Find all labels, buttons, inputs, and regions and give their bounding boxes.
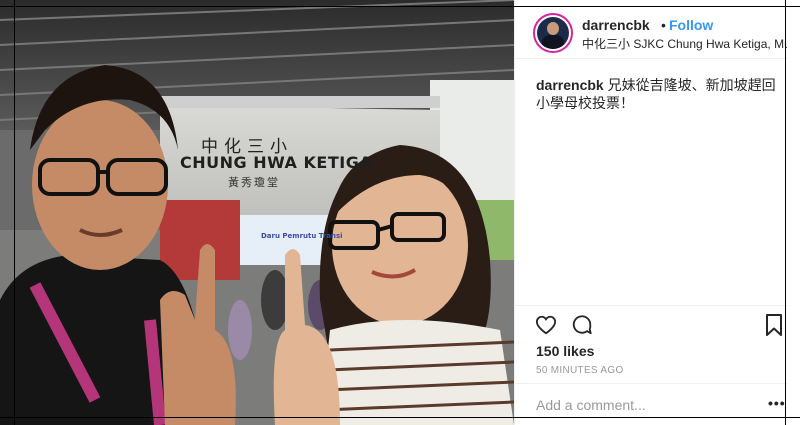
follow-button[interactable]: Follow bbox=[669, 17, 713, 33]
post-caption: darrencbk 兄妹從吉隆坡、新加坡趕回小學母校投票！ bbox=[536, 76, 776, 112]
comment-divider bbox=[515, 383, 787, 384]
frame-line-right bbox=[785, 0, 786, 425]
avatar-body bbox=[542, 35, 564, 49]
heart-icon[interactable] bbox=[535, 314, 557, 336]
avatar-image bbox=[537, 17, 569, 49]
banner-text: Daru Pemrutu Transi bbox=[261, 232, 343, 240]
sign-hall-name: 黃秀瓊堂 bbox=[228, 176, 280, 189]
username-link[interactable]: darrencbk bbox=[582, 17, 650, 33]
frame-line-top bbox=[0, 6, 800, 7]
bookmark-icon[interactable] bbox=[765, 314, 783, 336]
photo-scene bbox=[0, 0, 514, 425]
frame-line-left bbox=[14, 0, 15, 425]
avatar-head bbox=[547, 22, 559, 35]
avatar[interactable] bbox=[533, 13, 573, 53]
separator-dot: • bbox=[661, 17, 666, 33]
frame-line-bottom bbox=[0, 417, 800, 418]
caption-username-link[interactable]: darrencbk bbox=[536, 77, 604, 93]
more-options-icon[interactable]: ••• bbox=[768, 395, 786, 411]
comment-icon[interactable] bbox=[571, 314, 593, 336]
comment-input[interactable]: Add a comment... bbox=[536, 397, 646, 413]
actions-divider bbox=[515, 305, 787, 306]
post-timestamp: 50 MINUTES AGO bbox=[536, 365, 624, 376]
sign-school-name: CHUNG HWA KETIGA bbox=[180, 153, 373, 172]
post-header: darrencbk • Follow 中化三小 SJKC Chung Hwa K… bbox=[515, 7, 787, 59]
likes-count[interactable]: 150 likes bbox=[536, 343, 594, 359]
post-side-panel: darrencbk • Follow 中化三小 SJKC Chung Hwa K… bbox=[514, 0, 787, 425]
location-link[interactable]: 中化三小 SJKC Chung Hwa Ketiga, Muar bbox=[582, 35, 787, 52]
post-photo[interactable]: 中化三小 CHUNG HWA KETIGA 黃秀瓊堂 Daru Pemrutu … bbox=[0, 0, 514, 425]
